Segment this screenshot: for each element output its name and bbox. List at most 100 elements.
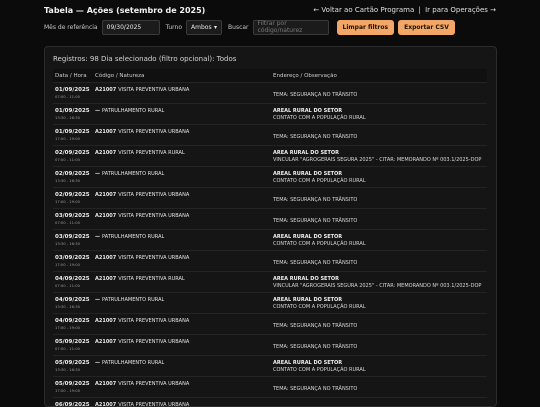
page-title: Tabela — Ações (setembro de 2025) [44, 6, 206, 15]
shift-select[interactable]: Ambos ▾ [186, 19, 223, 35]
row-note: TEMA: SEGURANÇA NO TRÂNSITO [273, 197, 358, 203]
row-address: AREAL RURAL DO SETOR [273, 297, 343, 303]
row-address: AREAL RURAL DO SETOR [273, 234, 343, 240]
row-code-nature: — PATRULHAMENTO RURAL [95, 108, 271, 114]
chevron-down-icon: ▾ [214, 23, 218, 31]
code-nature-cell: A21007 VISITA PREVENTIVA URBANA [93, 83, 271, 103]
row-date: 03/09/2025 [55, 234, 90, 240]
row-code: A21007 [95, 339, 117, 345]
address-notes-cell: TEMA: SEGURANÇA NO TRÂNSITO [271, 188, 487, 208]
row-note: CONTATO COM A POPULAÇÃO RURAL [273, 304, 366, 310]
table-row: 04/09/2025 17:00 - 19:00 A21007 VISITA PREV… [53, 313, 487, 334]
row-note: TEMA: SEGURANÇA NO TRÂNSITO [273, 344, 358, 350]
row-note: TEMA: SEGURANÇA NO TRÂNSITO [273, 134, 358, 140]
table-row: 02/09/2025 07:00 - 11:00 A21007 VISITA PREV… [53, 145, 487, 166]
column-header-date-time: Data / Hora [55, 72, 87, 79]
table-row: 01/09/2025 13:30 - 16:30 — PATRULHAMENTO RU… [53, 103, 487, 124]
row-code: A21007 [95, 150, 117, 156]
date-time-cell: 03/09/2025 07:00 - 11:00 [53, 209, 93, 229]
operations-link[interactable]: Ir para Operações → [425, 6, 496, 14]
table-row: 06/09/202507:00 - 11:00A21007VISITA PREV… [53, 397, 487, 406]
row-code: — [95, 297, 100, 303]
row-date: 05/09/2025 [55, 360, 90, 366]
row-code: A21007 [95, 255, 117, 261]
code-nature-cell: A21007 VISITA PREVENTIVA URBANA [93, 377, 271, 397]
row-nature: VISITA PREVENTIVA URBANA [118, 339, 190, 345]
month-input[interactable]: 09/30/2025 [101, 19, 160, 35]
link-separator: | [418, 6, 421, 14]
code-nature-cell: A21007 VISITA PREVENTIVA URBANA [93, 335, 271, 355]
table-row: 05/09/2025 17:00 - 19:00 A21007 VISITA PREV… [53, 376, 487, 397]
row-code: A21007 [95, 381, 117, 387]
row-nature: VISITA PREVENTIVA URBANA [118, 192, 190, 198]
date-time-cell: 01/09/2025 17:00 - 19:00 [53, 125, 93, 145]
address-notes-cell: TEMA: SEGURANÇA NO TRÂNSITO [271, 314, 487, 334]
row-code-nature: A21007 VISITA PREVENTIVA URBANA [95, 381, 271, 387]
address-notes-cell: TEMA: SEGURANÇA NO TRÂNSITO [271, 398, 487, 406]
row-code-nature: — PATRULHAMENTO RURAL [95, 171, 271, 177]
row-address: AREA RURAL DO SETOR [273, 150, 339, 156]
row-code: A21007 [95, 87, 117, 93]
date-time-cell: 04/09/2025 07:00 - 11:00 [53, 272, 93, 292]
table-header: Data / Hora Código / Natureza Endereço /… [53, 69, 487, 82]
address-notes-cell: AREAL RURAL DO SETOR CONTATO COM A POPULA… [271, 356, 487, 376]
search-input[interactable]: Filtrar por código/naturez [252, 19, 329, 35]
row-note: CONTATO COM A POPULAÇÃO RURAL [273, 241, 366, 247]
row-date: 04/09/2025 [55, 276, 90, 282]
row-code-nature: A21007 VISITA PREVENTIVA URBANA [95, 255, 271, 261]
code-nature-cell: — PATRULHAMENTO RURAL [93, 104, 271, 124]
row-time: 13:30 - 16:30 [55, 242, 80, 246]
row-nature: VISITA PREVENTIVA URBANA [118, 381, 190, 387]
code-nature-cell: — PATRULHAMENTO RURAL [93, 356, 271, 376]
row-date: 02/09/2025 [55, 171, 90, 177]
row-time: 13:30 - 16:30 [55, 305, 80, 309]
row-time: 07:00 - 11:00 [55, 347, 80, 351]
table-row: 03/09/2025 13:30 - 16:30 — PATRULHAMENTO RU… [53, 229, 487, 250]
row-code-nature: A21007 VISITA PREVENTIVA URBANA [95, 213, 271, 219]
row-time: 07:00 - 11:00 [55, 221, 80, 225]
header-links: ← Voltar ao Cartão Programa | Ir para Op… [313, 6, 496, 14]
table-row: 04/09/2025 13:30 - 16:30 — PATRULHAMENTO RU… [53, 292, 487, 313]
shift-label: Turno [165, 23, 183, 31]
row-note: TEMA: SEGURANÇA NO TRÂNSITO [273, 92, 358, 98]
table-row: 01/09/2025 17:00 - 19:00 A21007 VISITA PREV… [53, 124, 487, 145]
row-date: 03/09/2025 [55, 255, 90, 261]
row-address: AREAL RURAL DO SETOR [273, 171, 343, 177]
table-row: 03/09/2025 17:00 - 19:00 A21007 VISITA PREV… [53, 250, 487, 271]
search-label: Buscar [228, 23, 249, 31]
row-date: 04/09/2025 [55, 297, 90, 303]
row-time: 17:00 - 19:00 [55, 200, 80, 204]
row-code: — [95, 108, 100, 114]
clear-filters-button[interactable]: Limpar filtros [336, 19, 395, 35]
export-csv-button[interactable]: Exportar CSV [398, 19, 455, 35]
table-row: 01/09/2025 07:00 - 11:00 A21007 VISITA PREV… [53, 82, 487, 103]
date-time-cell: 03/09/2025 17:00 - 19:00 [53, 251, 93, 271]
address-notes-cell: AREAL RURAL DO SETOR CONTATO COM A POPULA… [271, 167, 487, 187]
code-nature-cell: A21007 VISITA PREVENTIVA URBANA [93, 398, 271, 406]
row-date: 03/09/2025 [55, 213, 90, 219]
row-code: A21007 [95, 276, 117, 282]
row-note: TEMA: SEGURANÇA NO TRÂNSITO [273, 260, 358, 266]
row-code: A21007 [95, 129, 117, 135]
row-time: 17:00 - 19:00 [55, 263, 80, 267]
address-notes-cell: TEMA: SEGURANÇA NO TRÂNSITO [271, 377, 487, 397]
row-date: 01/09/2025 [55, 129, 90, 135]
date-time-cell: 02/09/2025 13:30 - 16:30 [53, 167, 93, 187]
row-note: CONTATO COM A POPULAÇÃO RURAL [273, 367, 366, 373]
back-to-card-link[interactable]: ← Voltar ao Cartão Programa [313, 6, 414, 14]
address-notes-cell: AREA RURAL DO SETOR VINCULAR "AGROGERAIS … [271, 272, 487, 292]
filters-bar: Mês de referência 09/30/2025 Turno Ambos… [44, 19, 455, 35]
row-note: VINCULAR "AGROGERAIS SEGURA 2025" - CITA… [273, 283, 482, 289]
row-address: AREA RURAL DO SETOR [273, 276, 339, 282]
address-notes-cell: AREAL RURAL DO SETOR CONTATO COM A POPULA… [271, 104, 487, 124]
row-note: TEMA: SEGURANÇA NO TRÂNSITO [273, 386, 358, 392]
row-time: 13:30 - 16:30 [55, 368, 80, 372]
row-nature: PATRULHAMENTO RURAL [102, 108, 165, 114]
table-row: 02/09/2025 13:30 - 16:30 — PATRULHAMENTO RU… [53, 166, 487, 187]
row-code: — [95, 171, 100, 177]
column-header-address-notes: Endereço / Observação [273, 72, 337, 79]
date-time-cell: 04/09/2025 13:30 - 16:30 [53, 293, 93, 313]
date-time-cell: 02/09/2025 17:00 - 19:00 [53, 188, 93, 208]
address-notes-cell: TEMA: SEGURANÇA NO TRÂNSITO [271, 251, 487, 271]
date-time-cell: 05/09/2025 17:00 - 19:00 [53, 377, 93, 397]
